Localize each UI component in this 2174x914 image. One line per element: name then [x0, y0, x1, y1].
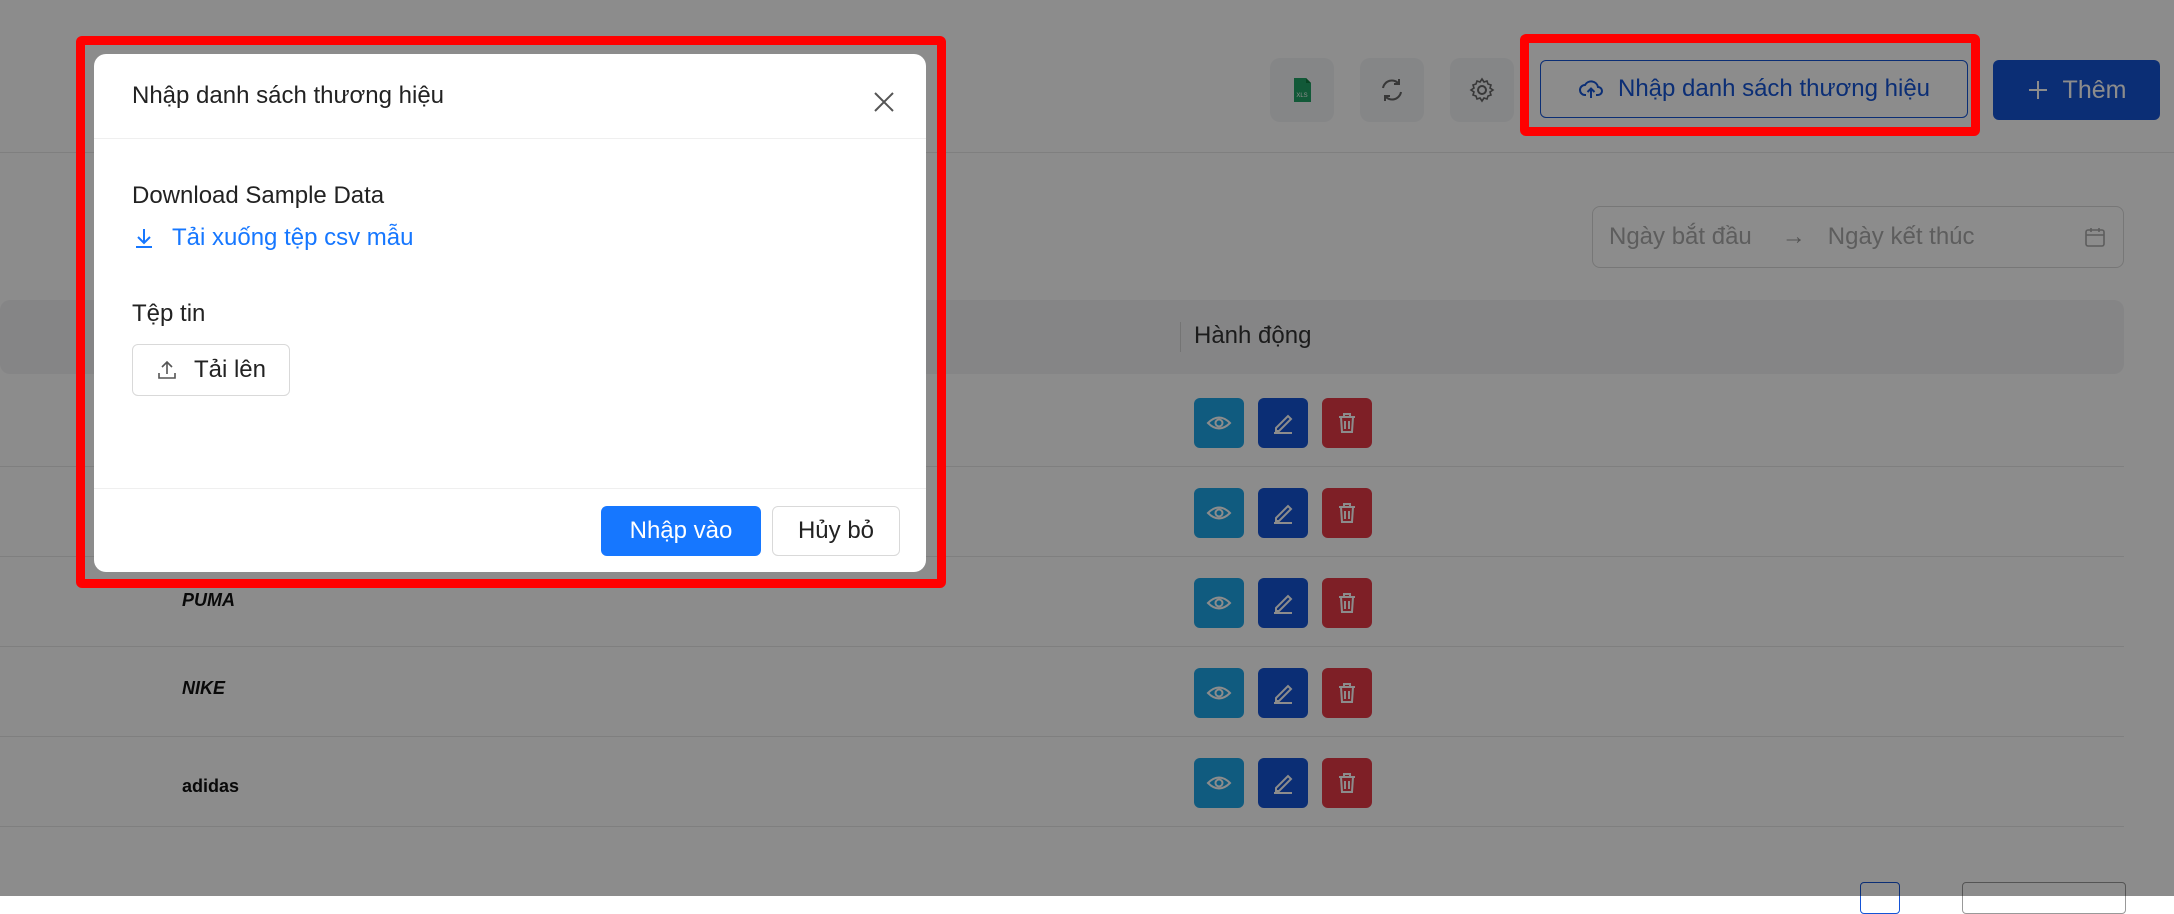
cancel-button[interactable]: Hủy bỏ [772, 506, 900, 556]
download-sample-link-label: Tải xuống tệp csv mẫu [172, 224, 414, 251]
download-icon [136, 229, 152, 248]
close-icon [874, 92, 894, 112]
download-sample-label: Download Sample Data [132, 182, 385, 209]
download-sample-link[interactable]: Tải xuống tệp csv mẫu [132, 224, 413, 252]
file-label: Tệp tin [132, 300, 206, 327]
modal-footer-divider [94, 488, 926, 489]
upload-button-label: Tải lên [193, 356, 267, 383]
close-button[interactable] [866, 84, 902, 120]
modal-header-divider [94, 138, 926, 139]
import-submit-button[interactable]: Nhập vào [601, 506, 761, 556]
upload-button[interactable]: Tải lên [132, 344, 290, 396]
upload-icon [158, 360, 176, 379]
modal-title: Nhập danh sách thương hiệu [132, 82, 445, 109]
import-modal: Nhập danh sách thương hiệu Download Samp… [94, 54, 926, 572]
